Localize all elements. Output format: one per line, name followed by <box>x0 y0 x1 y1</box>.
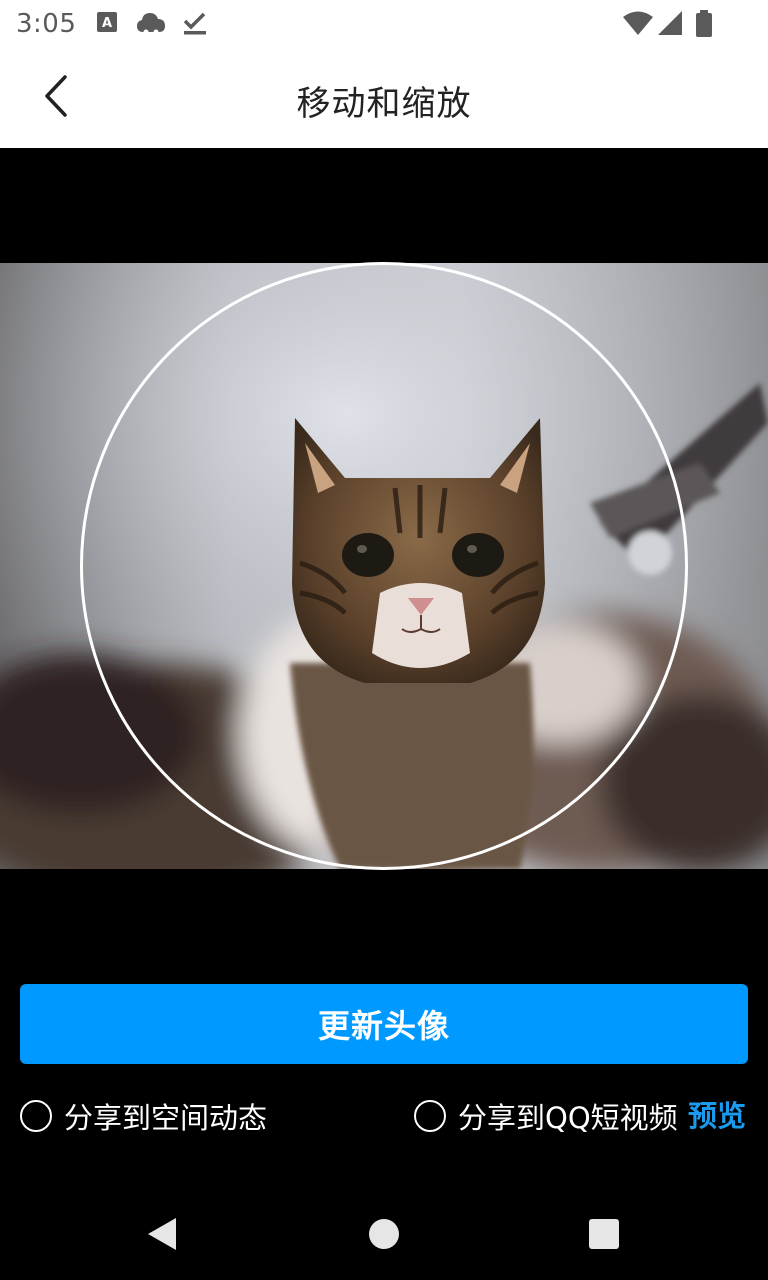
share-qzone-label: 分享到空间动态 <box>64 1101 268 1135</box>
page-title: 移动和缩放 <box>296 84 472 124</box>
svg-text:A: A <box>102 16 112 31</box>
battery-icon <box>695 10 713 42</box>
crop-editor: 更新头像 分享到空间动态 分享到QQ短视频 预览 <box>0 148 768 1192</box>
share-to-qzone-option[interactable]: 分享到空间动态 <box>20 1096 267 1136</box>
nav-recents-icon <box>589 1219 619 1253</box>
nav-home-button[interactable] <box>362 1214 406 1258</box>
nav-back-button[interactable] <box>140 1214 184 1258</box>
system-nav-bar <box>0 1192 768 1280</box>
app-font-icon: A <box>96 10 118 38</box>
status-time: 3:05 <box>16 9 77 39</box>
status-bar: 3:05 A <box>0 0 768 48</box>
share-qq-video-radio[interactable] <box>414 1100 446 1132</box>
wifi-icon <box>622 10 654 40</box>
share-qzone-radio[interactable] <box>20 1100 52 1132</box>
share-qq-video-label: 分享到QQ短视频 <box>458 1101 678 1135</box>
download-done-icon <box>182 10 208 40</box>
nav-home-icon <box>368 1218 400 1254</box>
preview-link[interactable]: 预览 <box>688 1096 746 1136</box>
cat-photo[interactable] <box>0 263 768 869</box>
nav-recents-button[interactable] <box>582 1214 626 1258</box>
nav-back-icon <box>146 1217 178 1255</box>
title-bar: 移动和缩放 <box>0 48 768 148</box>
cell-signal-icon <box>656 10 684 40</box>
cloud-icon <box>136 10 166 40</box>
update-avatar-button[interactable]: 更新头像 <box>20 984 748 1064</box>
share-to-qq-video-option[interactable]: 分享到QQ短视频 <box>414 1096 678 1136</box>
